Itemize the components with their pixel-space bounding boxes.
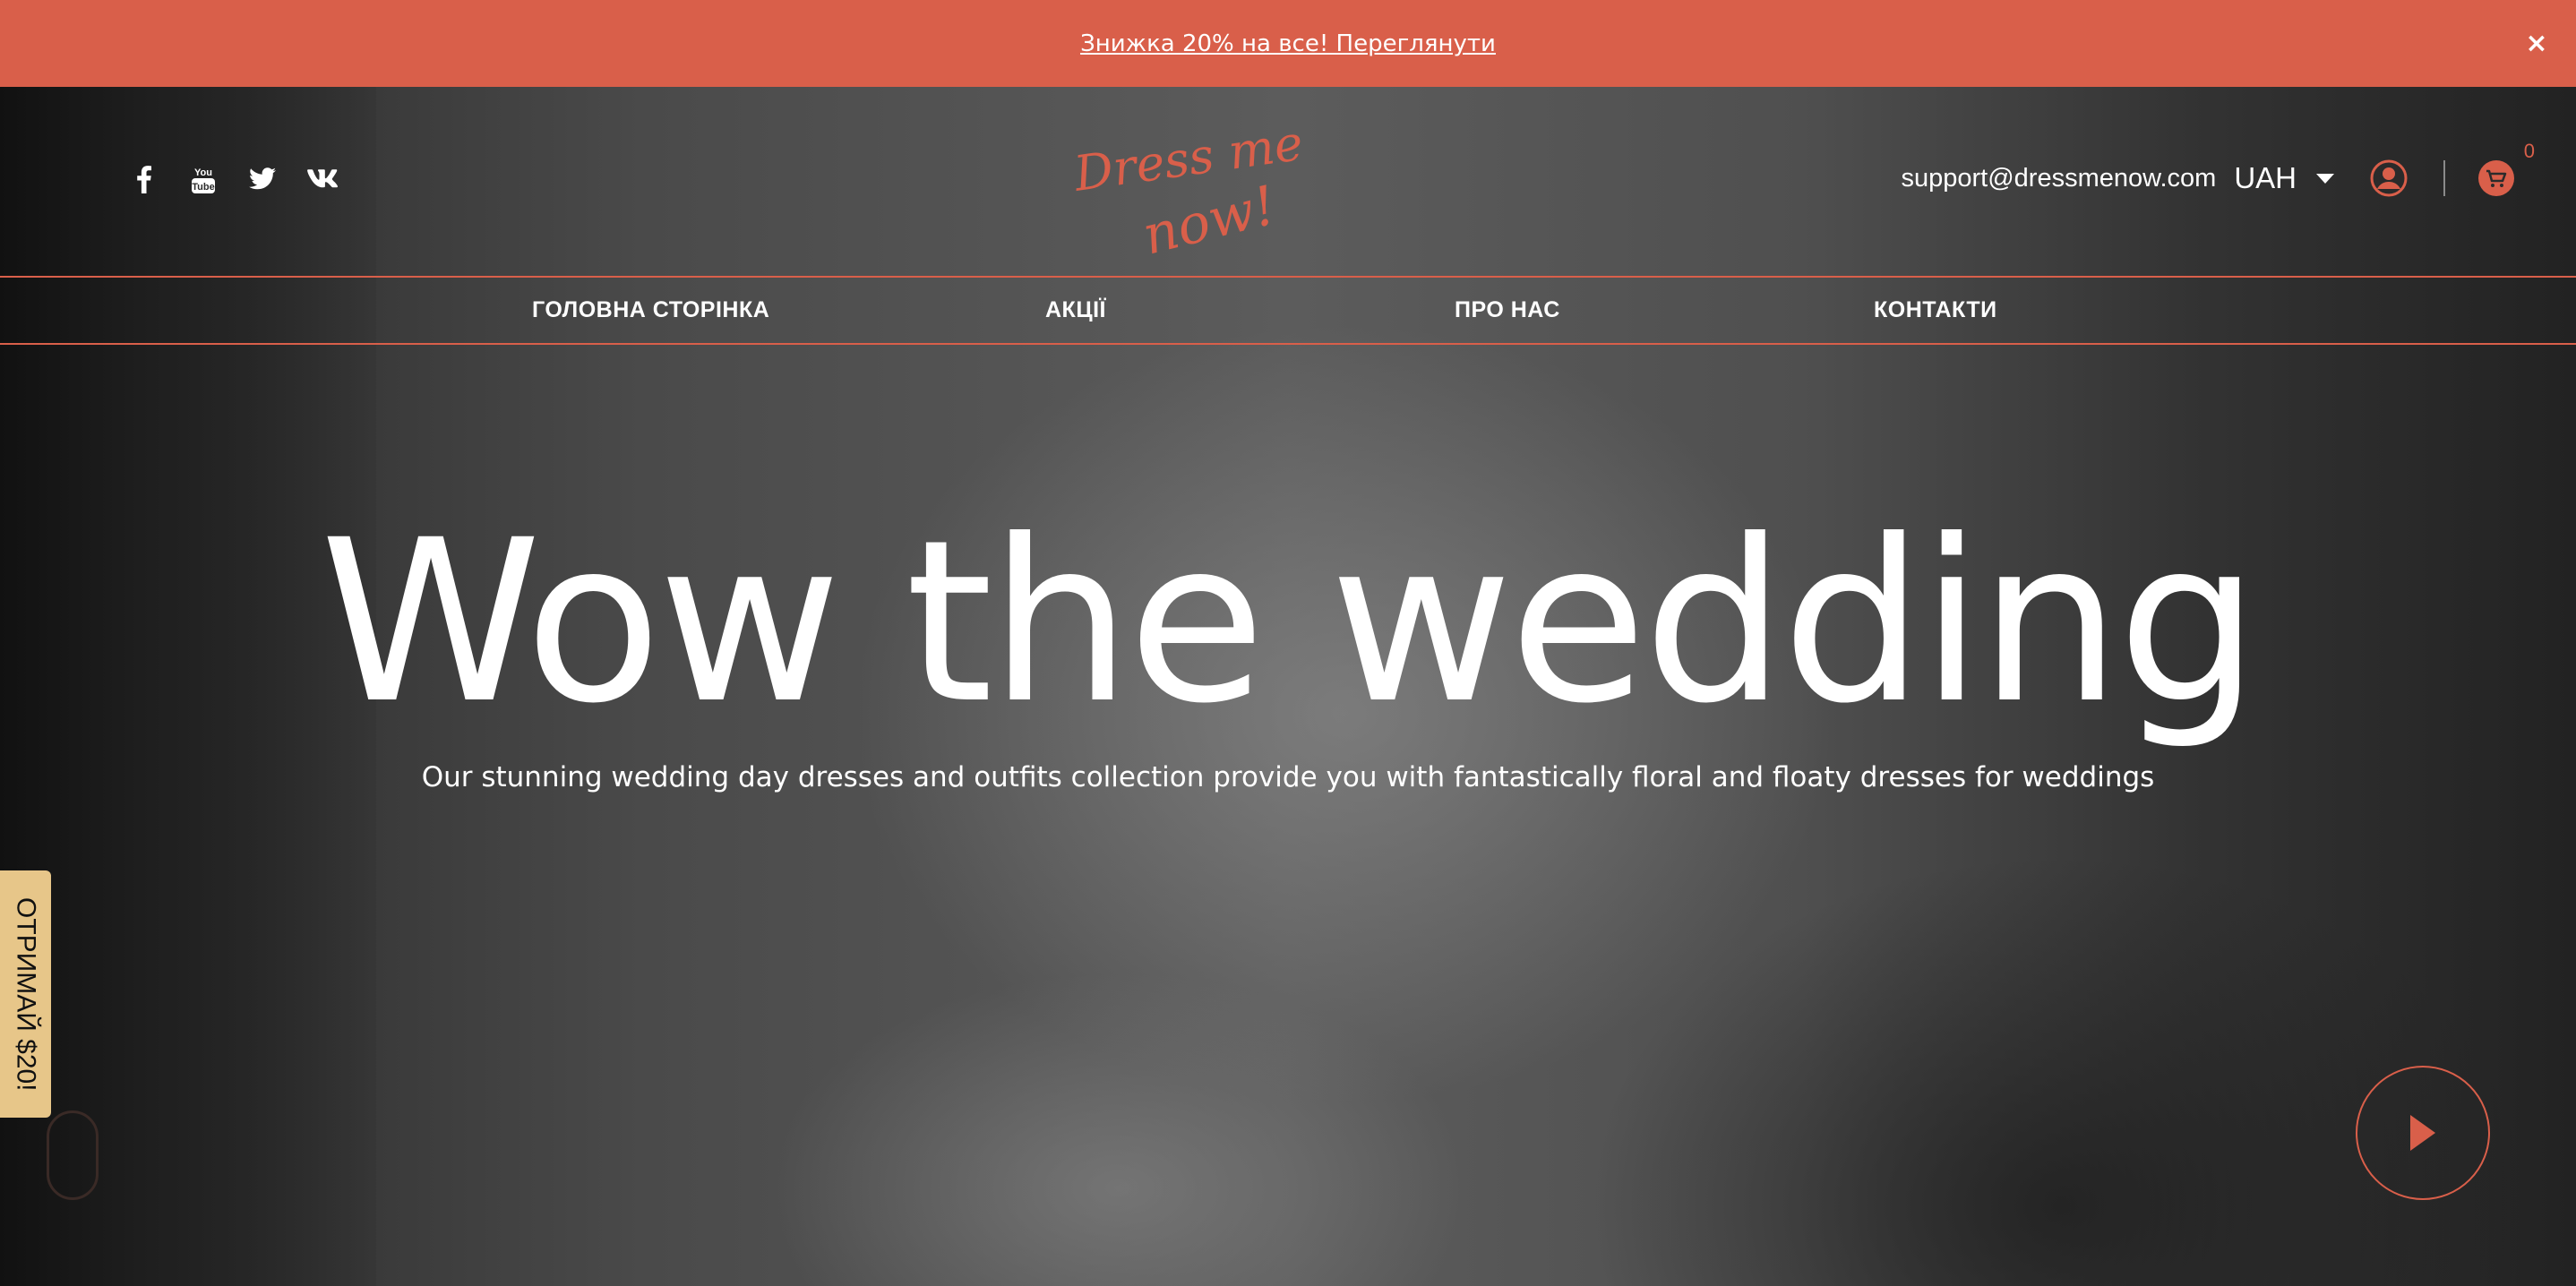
currency-value: UAH bbox=[2234, 161, 2297, 194]
scroll-indicator[interactable] bbox=[47, 1110, 99, 1200]
nav-item-home[interactable]: ГОЛОВНА СТОРІНКА bbox=[532, 278, 769, 343]
play-icon bbox=[2410, 1115, 2435, 1151]
nav-item-contacts[interactable]: КОНТАКТИ bbox=[1874, 278, 1997, 343]
vk-icon[interactable] bbox=[292, 164, 351, 194]
hero-subtitle: Our stunning wedding day dresses and out… bbox=[421, 761, 2155, 793]
svg-text:You: You bbox=[194, 167, 212, 178]
nav-item-sales[interactable]: АКЦІЇ bbox=[1045, 278, 1106, 343]
cart-count-badge: 0 bbox=[2523, 140, 2535, 162]
twitter-icon[interactable] bbox=[233, 164, 292, 194]
promo-bar: Знижка 20% на все! Переглянути × bbox=[0, 0, 2576, 87]
get-bonus-tab[interactable]: ОТРИМАЙ $20! bbox=[0, 870, 51, 1118]
cart-icon bbox=[2478, 160, 2514, 196]
chevron-down-icon bbox=[2316, 173, 2334, 184]
facebook-icon[interactable] bbox=[115, 164, 174, 194]
cart-button[interactable]: 0 bbox=[2477, 140, 2535, 197]
close-icon[interactable]: × bbox=[2520, 27, 2553, 59]
page: Знижка 20% на все! Переглянути × You Tub… bbox=[0, 0, 2576, 1286]
site-header: You Tube Dress me now! support@dressmeno… bbox=[0, 87, 2576, 277]
support-email-link[interactable]: support@dressmenow.com bbox=[1902, 164, 2217, 193]
youtube-icon[interactable]: You Tube bbox=[174, 164, 233, 194]
main-navigation: ГОЛОВНА СТОРІНКА АКЦІЇ ПРО НАС КОНТАКТИ bbox=[0, 276, 2576, 345]
social-links: You Tube bbox=[115, 164, 351, 194]
logo[interactable]: Dress me now! bbox=[1057, 105, 1326, 268]
hero-title: Wow the wedding bbox=[320, 492, 2259, 752]
currency-selector[interactable]: UAH bbox=[2234, 161, 2334, 195]
get-bonus-tab-label: ОТРИМАЙ $20! bbox=[11, 896, 41, 1092]
promo-link[interactable]: Знижка 20% на все! Переглянути bbox=[1080, 30, 1496, 57]
play-video-button[interactable] bbox=[2356, 1066, 2490, 1200]
header-actions: support@dressmenow.com UAH 0 bbox=[1902, 140, 2535, 207]
header-divider bbox=[2443, 160, 2445, 196]
svg-text:Tube: Tube bbox=[192, 182, 214, 193]
user-account-icon[interactable] bbox=[2370, 159, 2408, 197]
nav-item-about[interactable]: ПРО НАС bbox=[1455, 278, 1560, 343]
